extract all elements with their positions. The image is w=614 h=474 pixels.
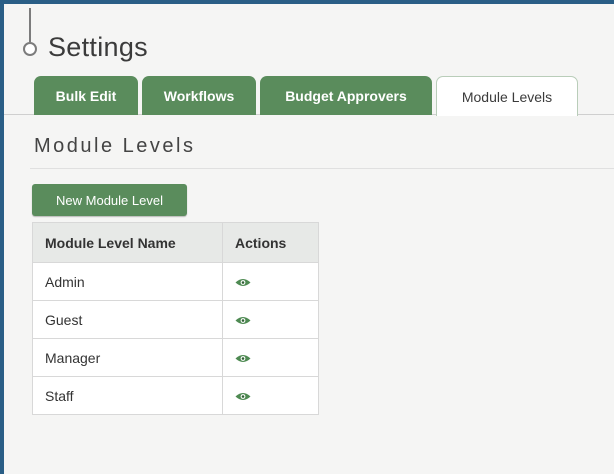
section-divider [30, 168, 614, 169]
eye-icon[interactable] [235, 316, 251, 325]
eye-icon[interactable] [235, 354, 251, 363]
module-levels-table: Module Level Name Actions Admin Guest Ma… [32, 222, 319, 415]
table-row: Admin [32, 262, 319, 301]
actions-cell [222, 300, 319, 339]
column-header-name: Module Level Name [32, 222, 223, 263]
module-level-name: Staff [32, 376, 223, 415]
app-frame: Settings Bulk Edit Workflows Budget Appr… [0, 0, 614, 474]
table-row: Guest [32, 300, 319, 339]
module-level-name: Guest [32, 300, 223, 339]
module-level-name: Admin [32, 262, 223, 301]
eye-icon[interactable] [235, 392, 251, 401]
actions-cell [222, 262, 319, 301]
tab-workflows[interactable]: Workflows [142, 76, 256, 115]
actions-cell [222, 376, 319, 415]
page-title: Settings [48, 32, 148, 62]
section-title: Module Levels [34, 135, 196, 157]
new-module-level-button[interactable]: New Module Level [32, 184, 187, 216]
actions-cell [222, 338, 319, 377]
tab-module-levels[interactable]: Module Levels [436, 76, 578, 116]
table-row: Staff [32, 376, 319, 415]
table-header-row: Module Level Name Actions [32, 222, 319, 263]
table-row: Manager [32, 338, 319, 377]
module-level-name: Manager [32, 338, 223, 377]
eye-icon[interactable] [235, 278, 251, 287]
column-header-actions: Actions [222, 222, 319, 263]
tab-bar: Bulk Edit Workflows Budget Approvers Mod… [34, 76, 614, 116]
tab-budget-approvers[interactable]: Budget Approvers [260, 76, 432, 115]
timeline-line [29, 8, 31, 42]
tab-bulk-edit[interactable]: Bulk Edit [34, 76, 138, 115]
timeline-node-icon [23, 42, 37, 56]
